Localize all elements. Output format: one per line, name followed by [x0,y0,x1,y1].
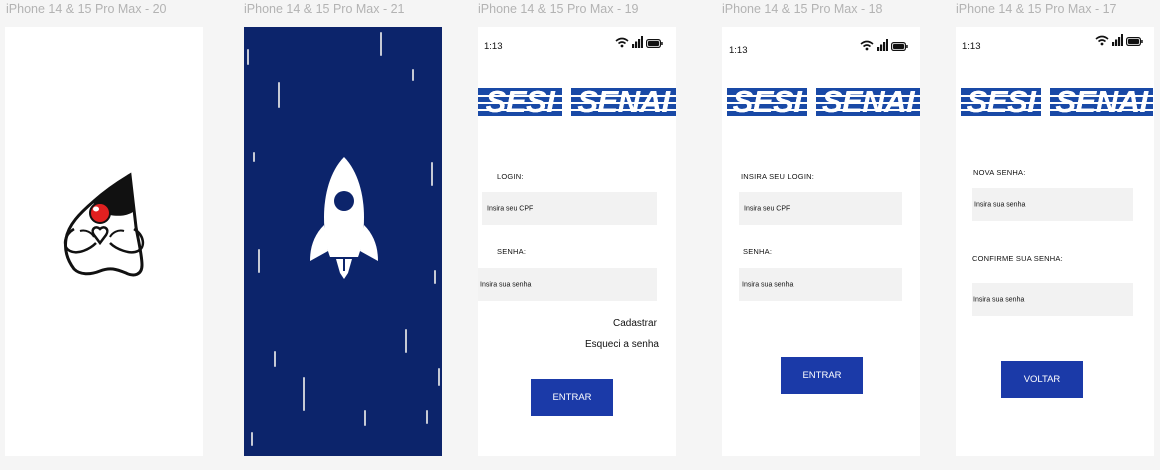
star-streak [364,410,366,426]
star-streak [405,329,407,353]
password-input[interactable]: Insira sua senha [739,268,902,301]
java-duke-heart-icon [63,172,145,277]
logo-row: SESI SENAI [961,88,1153,116]
star-streak [274,351,276,367]
password-input[interactable]: Insira sua senha [478,268,657,301]
frame-title-20: iPhone 14 & 15 Pro Max - 20 [6,2,167,16]
new-password-input[interactable]: Insira sua senha [972,188,1133,221]
star-streak [303,377,305,411]
wifi-icon [615,37,629,48]
logo-row: SESI SENAI [727,88,920,116]
sesi-logo: SESI [478,88,562,116]
wifi-icon [860,40,874,51]
frame-18-login: 1:13 SESI SENAI INSIRA SEU LOGIN: Insira… [722,27,920,456]
frame-20-splash [5,27,203,456]
back-button[interactable]: VOLTAR [1001,361,1083,398]
star-streak [251,432,253,446]
star-streak [431,162,433,186]
enter-button[interactable]: ENTRAR [531,379,613,416]
star-streak [247,49,249,65]
rocket-icon [310,157,378,279]
signal-icon [1112,34,1123,46]
signal-icon [632,36,643,48]
star-streak [412,69,414,81]
login-label: LOGIN: [497,172,524,181]
logo-row: SESI SENAI [478,88,676,116]
star-streak [438,368,440,386]
battery-icon [891,42,908,51]
frame-title-21: iPhone 14 & 15 Pro Max - 21 [244,2,405,16]
frame-19-login: 1:13 SESI SENAI LOGIN: Insira seu CPF SE… [478,27,676,456]
confirm-password-placeholder: Insira sua senha [973,296,1025,303]
star-streak [278,82,280,108]
password-placeholder: Insira sua senha [480,281,532,288]
frame-21-splash [244,27,442,456]
frame-title-17: iPhone 14 & 15 Pro Max - 17 [956,2,1117,16]
senai-logo: SENAI [816,88,920,116]
senai-logo: SENAI [571,88,676,116]
new-password-label: NOVA SENHA: [973,168,1026,177]
login-label: INSIRA SEU LOGIN: [741,172,815,181]
star-streak [434,270,436,284]
signal-icon [877,39,888,51]
star-streak [258,249,260,273]
sesi-logo: SESI [961,88,1041,116]
confirm-password-label: CONFIRME SUA SENHA: [972,254,1063,263]
password-label: SENHA: [743,247,773,256]
register-link[interactable]: Cadastrar [613,318,657,329]
confirm-password-input[interactable]: Insira sua senha [972,283,1133,316]
enter-button[interactable]: ENTRAR [781,357,863,394]
star-streak [253,152,255,162]
star-streak [426,410,428,424]
status-time: 1:13 [484,41,503,52]
wifi-icon [1095,35,1109,46]
password-label: SENHA: [497,247,527,256]
star-streak [380,32,382,56]
cpf-input[interactable]: Insira seu CPF [482,192,657,225]
new-password-placeholder: Insira sua senha [974,201,1026,208]
cpf-placeholder: Insira seu CPF [744,205,791,212]
battery-icon [646,39,663,48]
status-time: 1:13 [729,45,748,56]
sesi-logo: SESI [727,88,807,116]
battery-icon [1126,37,1143,46]
cpf-input[interactable]: Insira seu CPF [739,192,902,225]
frame-17-new-password: 1:13 SESI SENAI NOVA SENHA: Insira sua s… [956,27,1154,456]
cpf-placeholder: Insira seu CPF [487,205,534,212]
frame-title-19: iPhone 14 & 15 Pro Max - 19 [478,2,639,16]
status-icons [1095,34,1143,46]
password-placeholder: Insira sua senha [742,281,794,288]
status-time: 1:13 [962,41,981,52]
forgot-password-link[interactable]: Esqueci a senha [585,339,659,350]
senai-logo: SENAI [1050,88,1153,116]
status-icons [860,39,908,51]
status-icons [615,36,663,48]
frame-title-18: iPhone 14 & 15 Pro Max - 18 [722,2,883,16]
